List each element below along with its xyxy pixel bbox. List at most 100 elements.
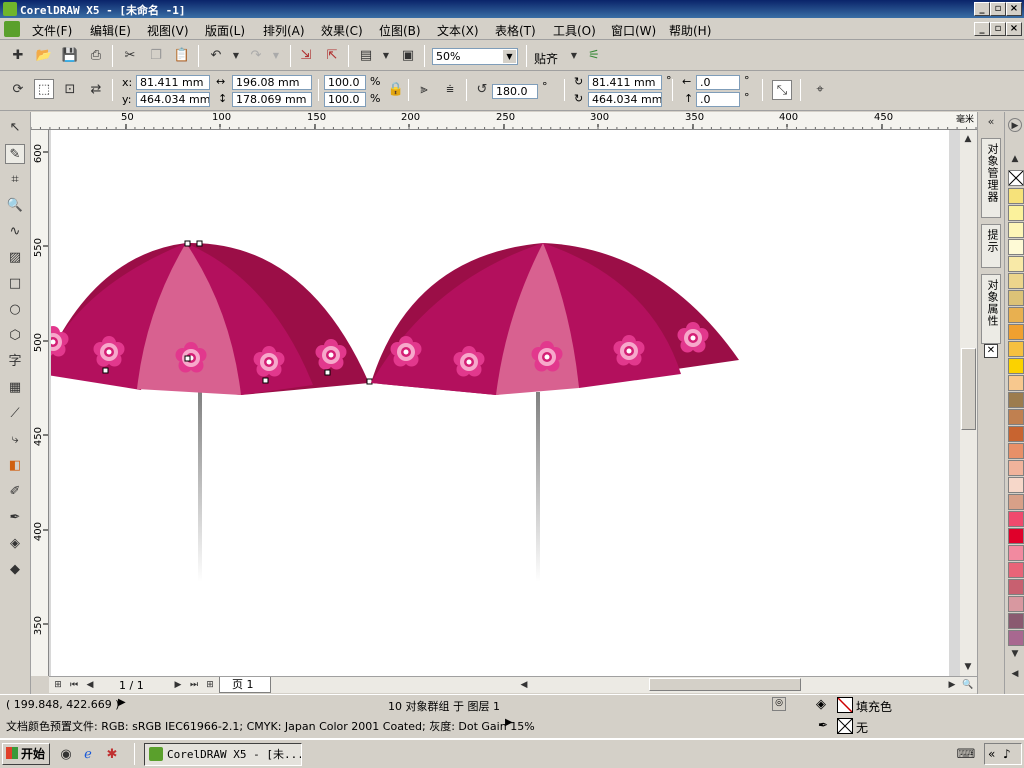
paste-icon[interactable]: 📋 [172, 46, 192, 66]
color-swatch[interactable] [1008, 239, 1024, 255]
artwork[interactable] [49, 130, 949, 676]
show-desktop-icon[interactable]: ◉ [56, 745, 76, 765]
snap-dropdown-icon[interactable]: ▼ [564, 46, 584, 66]
umbrella-right[interactable] [371, 243, 739, 582]
first-page-icon[interactable]: ⏮ [67, 678, 81, 692]
volume-icon[interactable]: ♪ [1003, 747, 1011, 761]
copy-icon[interactable]: ❐ [146, 46, 166, 66]
chevron-down-icon[interactable]: ▼ [503, 50, 516, 63]
doc-close-button[interactable]: × [1006, 22, 1022, 36]
doc-minimize-button[interactable]: _ [974, 22, 990, 36]
open-icon[interactable]: 📂 [34, 46, 54, 66]
horizontal-scroll-thumb[interactable] [649, 678, 801, 691]
color-swatch[interactable] [1008, 307, 1024, 323]
menu-tools[interactable]: 工具(O) [553, 22, 596, 39]
tab-object-properties[interactable]: 对象属性 [981, 274, 1001, 344]
snap-status-icon[interactable]: ◎ [772, 697, 786, 711]
preset-icon[interactable]: ⬚ [34, 79, 54, 99]
vertical-scroll-thumb[interactable] [961, 348, 976, 430]
select-icon[interactable]: ⊡ [60, 80, 80, 100]
color-swatch[interactable] [1008, 494, 1024, 510]
color-swatch[interactable] [1008, 630, 1024, 646]
add-page-after-icon[interactable]: ⊞ [203, 678, 217, 692]
color-swatch[interactable] [1008, 256, 1024, 272]
color-swatch[interactable] [1008, 545, 1024, 561]
scroll-down-icon[interactable]: ▼ [961, 660, 975, 674]
interactive-fill-icon[interactable]: ◆ [5, 560, 25, 580]
menu-table[interactable]: 表格(T) [495, 22, 536, 39]
color-swatch[interactable] [1008, 409, 1024, 425]
palette-up-icon[interactable]: ▲ [1008, 152, 1022, 166]
undo-dropdown-icon[interactable]: ▼ [226, 46, 246, 66]
color-swatch[interactable] [1008, 613, 1024, 629]
color-swatch[interactable] [1008, 324, 1024, 340]
export-icon[interactable]: ⇱ [322, 46, 342, 66]
menu-text[interactable]: 文本(X) [437, 22, 479, 39]
polygon-tool-icon[interactable]: ⬡ [5, 326, 25, 346]
zoom-tool-icon[interactable]: 🔍 [5, 196, 25, 216]
scale-x-field[interactable]: 100.0 [324, 75, 366, 90]
close-docker-icon[interactable]: ✕ [984, 344, 998, 358]
mirror-icon[interactable]: ⇄ [86, 80, 106, 100]
ellipse-tool-icon[interactable]: ○ [5, 300, 25, 320]
lock-ratio-icon[interactable]: 🔒 [386, 80, 406, 100]
smart-fill-icon[interactable]: ▨ [5, 248, 25, 268]
options-icon[interactable]: ⚟ [584, 46, 604, 66]
color-swatch[interactable] [1008, 273, 1024, 289]
no-color-swatch[interactable] [1008, 170, 1024, 186]
new-document-icon[interactable]: ✚ [8, 46, 28, 66]
quicklaunch-icon[interactable]: ✱ [102, 745, 122, 765]
redo-icon[interactable]: ↷ [246, 46, 266, 66]
color-swatch[interactable] [1008, 341, 1024, 357]
undo-icon[interactable]: ↶ [206, 46, 226, 66]
tray-expand-icon[interactable]: « [988, 747, 995, 761]
palette-expand-icon[interactable]: ◀ [1008, 667, 1022, 681]
menu-window[interactable]: 窗口(W) [611, 22, 656, 39]
menu-bitmaps[interactable]: 位图(B) [379, 22, 421, 39]
umbrella-left[interactable] [49, 240, 373, 582]
umbrella-pole[interactable] [536, 392, 540, 582]
color-swatch[interactable] [1008, 358, 1024, 374]
outline-tool-icon[interactable]: ✒ [5, 508, 25, 528]
add-page-before-icon[interactable]: ⊞ [51, 678, 65, 692]
color-swatch[interactable] [1008, 528, 1024, 544]
scale-stroke-icon[interactable]: ⤡ [772, 80, 792, 100]
color-swatch[interactable] [1008, 426, 1024, 442]
menu-arrange[interactable]: 排列(A) [263, 22, 305, 39]
tab-object-manager[interactable]: 对象管理器 [981, 138, 1001, 218]
umbrella-pole[interactable] [198, 392, 202, 582]
freehand-tool-icon[interactable]: ∿ [5, 222, 25, 242]
close-button[interactable]: × [1006, 2, 1022, 16]
status-expand-icon[interactable]: ▶ [118, 697, 126, 708]
drawing-canvas[interactable] [49, 130, 960, 676]
tab-hints[interactable]: 提示 [981, 224, 1001, 268]
page[interactable] [49, 130, 949, 676]
color-swatch[interactable] [1008, 392, 1024, 408]
profile-expand-icon[interactable]: ▶ [505, 717, 513, 728]
color-swatch[interactable] [1008, 290, 1024, 306]
vertical-ruler[interactable]: 600 550 500 450 400 350 [31, 130, 49, 676]
scroll-right-icon[interactable]: ▶ [945, 678, 959, 692]
navigator-icon[interactable]: 🔍 [961, 678, 975, 692]
prev-page-icon[interactable]: ◀ [83, 678, 97, 692]
menu-effects[interactable]: 效果(C) [321, 22, 363, 39]
scroll-up-icon[interactable]: ▲ [961, 132, 975, 146]
menu-layout[interactable]: 版面(L) [205, 22, 245, 39]
color-swatch[interactable] [1008, 579, 1024, 595]
doc-restore-button[interactable]: ▫ [990, 22, 1006, 36]
refresh-icon[interactable]: ⟳ [8, 80, 28, 100]
outline-swatch[interactable] [837, 718, 853, 734]
maximize-button[interactable]: ▫ [990, 2, 1006, 16]
color-swatch[interactable] [1008, 596, 1024, 612]
menu-edit[interactable]: 编辑(E) [90, 22, 131, 39]
rotation-angle-field[interactable]: 180.0 [492, 84, 538, 99]
save-icon[interactable]: 💾 [60, 46, 80, 66]
color-swatch[interactable] [1008, 375, 1024, 391]
welcome-screen-icon[interactable]: ▣ [398, 46, 418, 66]
start-button[interactable]: 开始 [2, 743, 50, 765]
shape-tool-icon[interactable]: ✎ [5, 144, 25, 164]
pick-tool-icon[interactable]: ↖ [5, 118, 25, 138]
text-tool-icon[interactable]: 字 [5, 352, 25, 372]
collapse-docker-icon[interactable]: « [981, 112, 1001, 132]
y-position-field[interactable]: 464.034 mm [136, 92, 210, 107]
